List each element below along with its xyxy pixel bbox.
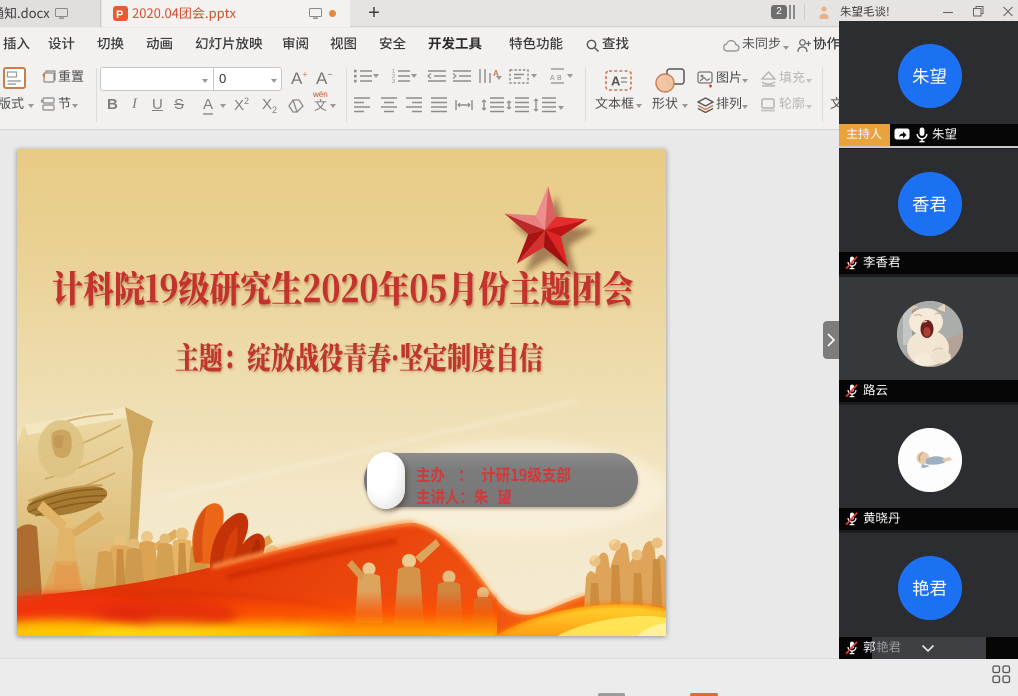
svg-text:B: B [557, 75, 562, 82]
svg-text:A: A [611, 74, 621, 89]
svg-text:P: P [116, 9, 123, 21]
svg-text:A: A [550, 75, 555, 82]
svg-text:3: 3 [392, 79, 395, 85]
